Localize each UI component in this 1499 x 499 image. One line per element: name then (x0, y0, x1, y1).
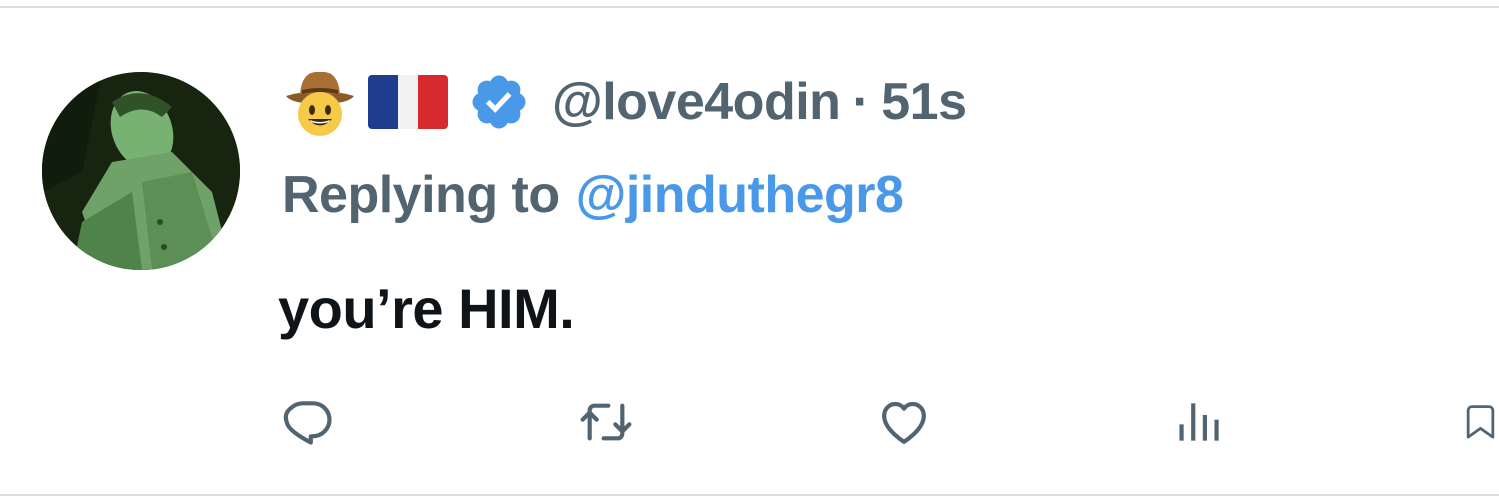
views-button[interactable] (1164, 392, 1236, 452)
tweet-card[interactable]: @love4odin · 51s Replying to @jinduthegr… (0, 8, 1499, 494)
france-flag-emoji (368, 71, 448, 133)
retweet-button[interactable] (570, 392, 642, 452)
avatar-image (42, 72, 240, 270)
replying-to-line: Replying to @jinduthegr8 (282, 158, 904, 232)
tweet-header: @love4odin · 51s (282, 62, 967, 142)
replying-to-handle-link[interactable]: @jinduthegr8 (576, 165, 904, 225)
verified-badge-icon[interactable] (468, 71, 530, 133)
separator-dot: · (852, 73, 870, 131)
like-icon (882, 401, 926, 444)
reply-button[interactable] (272, 392, 344, 452)
author-handle[interactable]: @love4odin (552, 72, 841, 132)
retweet-icon (580, 403, 632, 441)
replying-to-label: Replying to (282, 166, 560, 224)
bottom-divider (0, 494, 1499, 496)
avatar[interactable] (42, 72, 240, 270)
bookmark-icon (1466, 405, 1495, 439)
tweet-text: you’re HIM. (278, 276, 575, 340)
cowboy-hat-face-emoji (282, 64, 358, 140)
bookmark-button[interactable] (1462, 392, 1499, 452)
views-icon (1179, 403, 1219, 441)
like-button[interactable] (868, 392, 940, 452)
reply-icon (283, 401, 332, 445)
tweet-timestamp[interactable]: 51s (881, 72, 967, 132)
